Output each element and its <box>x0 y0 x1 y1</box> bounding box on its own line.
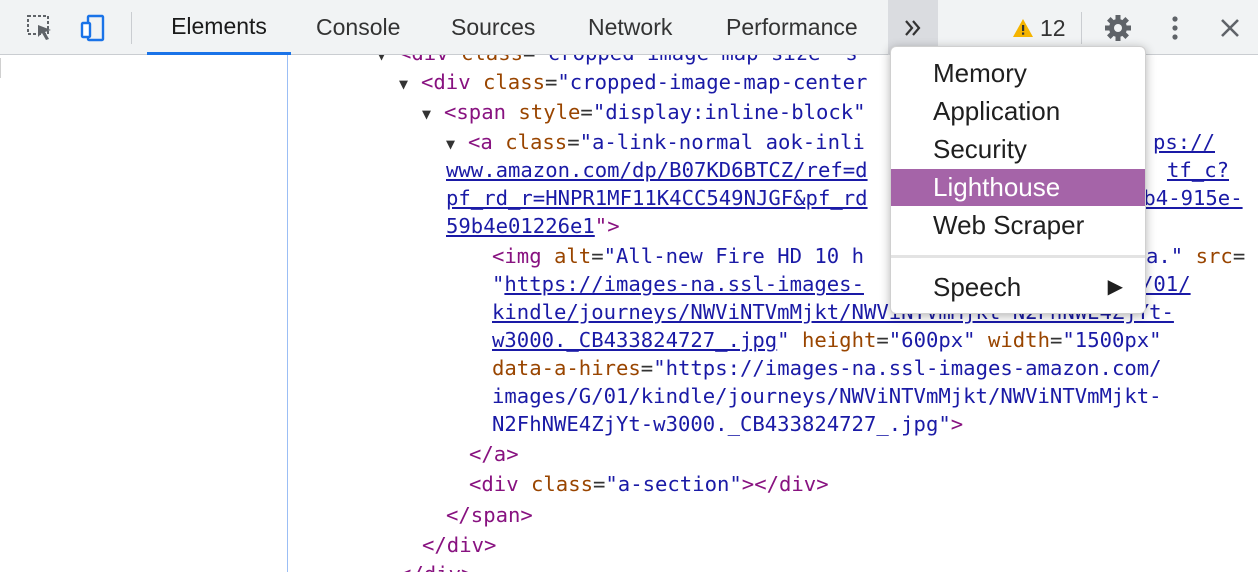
device-toolbar-icon[interactable] <box>78 12 110 44</box>
menu-item-web-scraper[interactable]: Web Scraper <box>891 207 1145 244</box>
elements-sidebar-panel <box>0 55 288 572</box>
warning-icon <box>1013 19 1033 37</box>
href-link-fragment[interactable]: 1b4-915e- <box>1131 184 1243 212</box>
menu-item-application[interactable]: Application <box>891 93 1145 130</box>
src-link-fragment[interactable]: /01/ <box>1141 270 1191 298</box>
menu-item-memory[interactable]: Memory <box>891 55 1145 92</box>
toolbar-divider <box>131 12 132 44</box>
dom-node-line[interactable]: ▼<div class="cropped-image-map-size" s <box>377 55 858 67</box>
href-link-line[interactable]: www.amazon.com/dp/B07KD6BTCZ/ref=d <box>446 156 868 184</box>
href-link-fragment[interactable]: ps:// <box>1153 128 1215 156</box>
warning-count: 12 <box>1040 14 1066 41</box>
dom-node-line[interactable]: ▼ <a class="a-link-normal aok-inli <box>446 128 865 156</box>
settings-gear-icon[interactable] <box>1102 12 1134 44</box>
more-options-kebab-icon[interactable] <box>1159 12 1191 44</box>
dom-node-line[interactable]: ▼ <span style="display:inline-block" <box>422 98 866 126</box>
tab-console[interactable]: Console <box>316 0 400 54</box>
menu-item-lighthouse[interactable]: Lighthouse <box>891 169 1145 206</box>
src-link-line[interactable]: w3000._CB433824727_.jpg" height="600px" … <box>492 326 1162 354</box>
collapse-triangle-icon[interactable]: ▼ <box>446 130 468 158</box>
tab-network[interactable]: Network <box>588 0 672 54</box>
menu-item-security[interactable]: Security <box>891 131 1145 168</box>
dom-closing-tag[interactable]: </span> <box>446 501 533 529</box>
menu-item-speech-label: Speech <box>933 272 1022 302</box>
menu-item-speech[interactable]: Speech ▶ <box>891 269 1145 306</box>
chevron-double-right-icon <box>905 19 921 36</box>
tab-performance[interactable]: Performance <box>726 0 858 54</box>
close-icon[interactable] <box>1214 12 1246 44</box>
dom-closing-tag[interactable]: </a> <box>469 440 519 468</box>
collapse-triangle-icon[interactable]: ▼ <box>422 100 444 128</box>
submenu-arrow-icon: ▶ <box>1107 276 1123 298</box>
collapse-triangle-icon[interactable]: ▼ <box>377 55 399 69</box>
collapse-triangle-icon[interactable]: ▼ <box>399 70 421 98</box>
href-link-line[interactable]: pf_rd_r=HNPR1MF11K4CC549NJGF&pf_rd <box>446 184 868 212</box>
img-attr-fragment: a." src= <box>1146 244 1246 268</box>
href-link-line[interactable]: 59b4e01226e1"> <box>446 212 620 240</box>
dom-attr-line: N2FhNWE4ZjYt-w3000._CB433824727_.jpg"> <box>492 412 964 436</box>
src-link-line[interactable]: "https://images-na.ssl-images- <box>492 270 864 298</box>
more-tabs-dropdown-menu: Memory Application Security Lighthouse W… <box>890 46 1146 314</box>
menu-divider <box>891 255 1145 258</box>
tab-sources[interactable]: Sources <box>451 0 535 54</box>
dom-node-line[interactable]: ▼ <div class="cropped-image-map-center <box>399 68 867 96</box>
dom-attr-line: images/G/01/kindle/journeys/NWViNTVmMjkt… <box>492 384 1162 408</box>
dom-attr-line: data-a-hires="https://images-na.ssl-imag… <box>492 356 1162 380</box>
inspect-element-icon[interactable] <box>24 12 56 44</box>
dom-node-line[interactable]: <img alt="All-new Fire HD 10 h <box>492 242 864 270</box>
href-link-fragment[interactable]: tf_c? <box>1167 156 1229 184</box>
dom-closing-tag[interactable]: </div> <box>399 560 473 572</box>
dom-closing-tag[interactable]: </div> <box>422 531 496 559</box>
sidebar-gutter-mark <box>0 58 9 78</box>
dom-node-line[interactable]: <div class="a-section"></div> <box>469 470 829 498</box>
warnings-indicator[interactable]: 12 <box>1012 12 1066 44</box>
toolbar-divider <box>1081 12 1082 44</box>
tab-elements[interactable]: Elements <box>147 0 291 55</box>
